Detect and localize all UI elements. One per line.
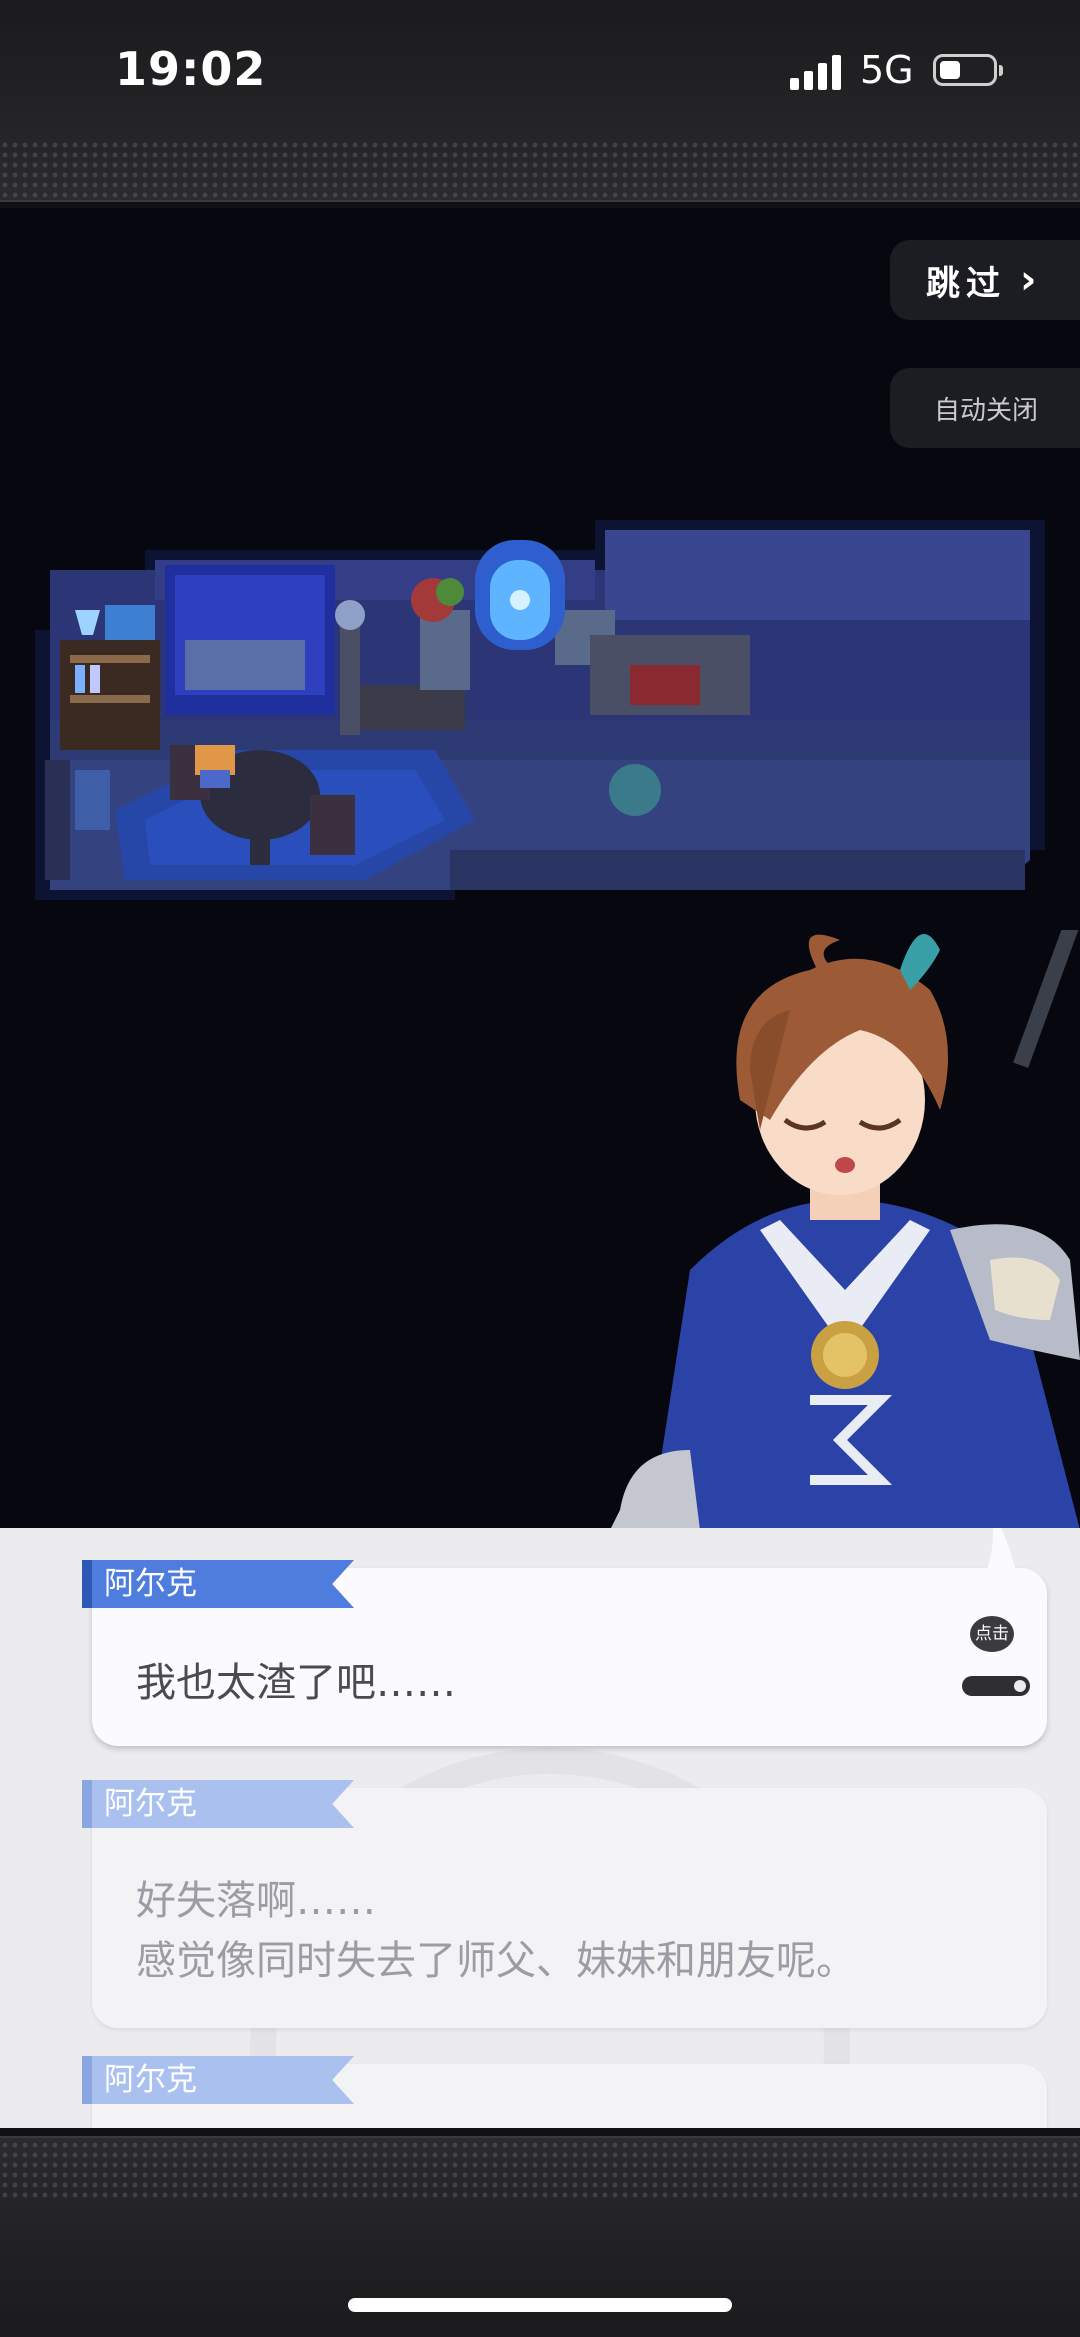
dialogue-text: 我也太渣了吧…… — [136, 1660, 456, 1706]
status-bar: 19:02 5G — [0, 0, 1080, 208]
skip-button[interactable]: 跳过 › — [890, 240, 1080, 320]
cellular-signal-icon — [790, 52, 846, 90]
speaker-name-tag: 阿尔克 — [82, 1780, 354, 1828]
speaker-name-tag: 阿尔克 — [82, 1560, 354, 1608]
toggle-icon — [962, 1676, 1030, 1696]
home-indicator[interactable] — [348, 2298, 732, 2312]
tap-to-continue-hint[interactable]: 点击 — [962, 1616, 1042, 1706]
battery-icon — [933, 54, 1003, 86]
chevron-right-icon: › — [1020, 257, 1037, 303]
tap-hint-label: 点击 — [970, 1616, 1014, 1652]
clock: 19:02 — [115, 42, 267, 96]
bottom-band-edge — [0, 2128, 1080, 2138]
dialogue-text: 好失落啊…… — [136, 1878, 376, 1924]
decorative-dot-band — [0, 2140, 1080, 2200]
speech-bubble-tail — [932, 1528, 1022, 1618]
auto-close-button[interactable]: 自动关闭 — [890, 368, 1080, 448]
character-portrait — [610, 930, 1080, 1530]
skip-label: 跳过 — [926, 263, 1006, 304]
top-band-edge — [0, 200, 1080, 208]
dialogue-panel[interactable]: 阿尔克 我也太渣了吧…… 点击 阿尔克 好失落啊…… 感觉像同时失去了师父、妹妹… — [0, 1528, 1080, 2128]
history-dialogue-bubble: 阿尔克 — [82, 2056, 1047, 2128]
current-dialogue-bubble[interactable]: 阿尔克 我也太渣了吧…… 点击 — [82, 1528, 1047, 1746]
auto-close-label: 自动关闭 — [934, 395, 1039, 426]
history-dialogue-bubble: 阿尔克 好失落啊…… 感觉像同时失去了师父、妹妹和朋友呢。 — [82, 1780, 1047, 2028]
dialogue-text: 感觉像同时失去了师父、妹妹和朋友呢。 — [136, 1938, 856, 1984]
decorative-dot-band — [0, 140, 1080, 200]
network-type: 5G — [860, 48, 914, 92]
speaker-name-tag: 阿尔克 — [82, 2056, 354, 2104]
